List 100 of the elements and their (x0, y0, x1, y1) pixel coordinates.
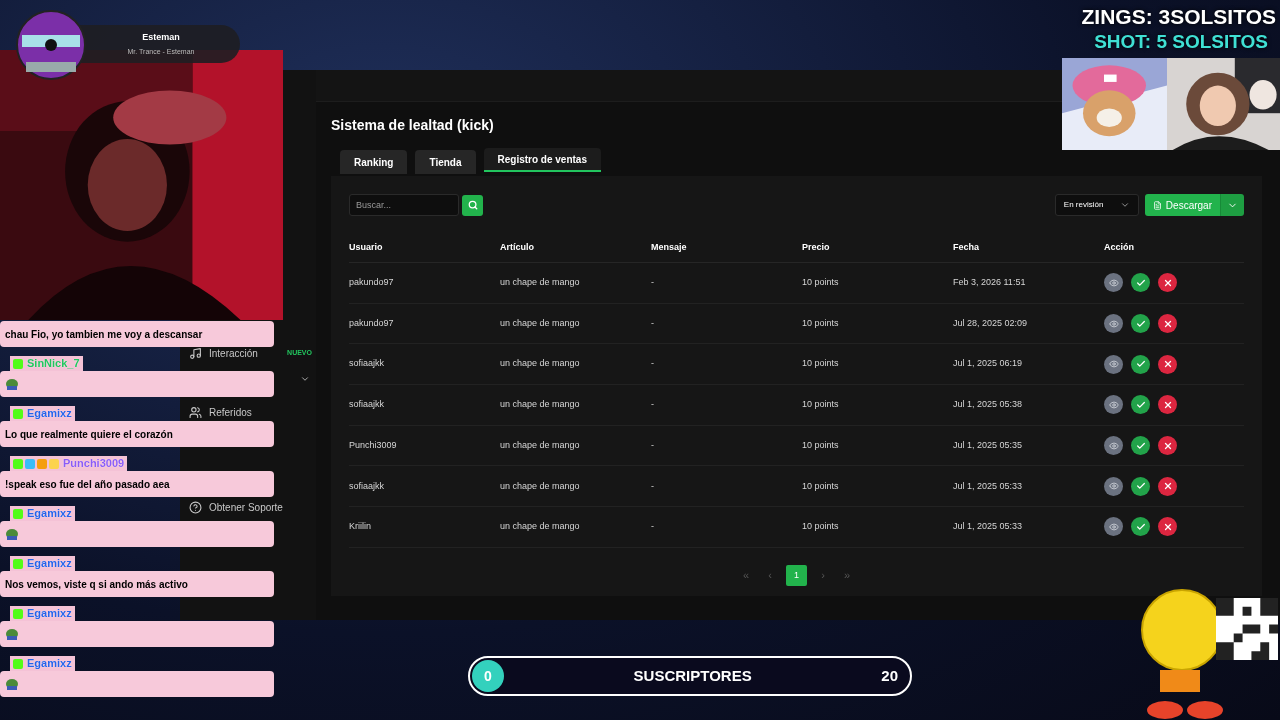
view-button[interactable] (1104, 436, 1123, 456)
table-cell: - (651, 357, 654, 371)
eye-icon (1108, 277, 1119, 288)
approve-button[interactable] (1131, 476, 1150, 496)
table-cell: - (651, 398, 654, 412)
approve-button[interactable] (1131, 314, 1150, 334)
check-icon (1135, 399, 1146, 410)
reject-button[interactable] (1158, 476, 1177, 496)
table-cell-text: 10 points (802, 316, 839, 330)
status-dropdown[interactable]: En revisión (1054, 194, 1139, 216)
chat-username: Punchi3009 (63, 456, 125, 472)
column-header: Mensaje (651, 241, 687, 255)
chevron-down-icon (1119, 200, 1130, 210)
close-icon (1162, 521, 1173, 532)
view-button[interactable] (1104, 314, 1123, 334)
goal-current: 0 (483, 666, 493, 686)
chat-username: Egamixz (27, 656, 72, 672)
chat-username: Egamixz (27, 556, 72, 572)
table-cell-text: Jul 1, 2025 05:33 (953, 479, 1023, 493)
table-cell-text: Jul 28, 2025 02:09 (953, 316, 1028, 330)
promo-text: SHOT: 5 SOLSITOS (1094, 30, 1268, 54)
approve-button[interactable] (1131, 395, 1150, 415)
close-icon (1162, 277, 1173, 288)
table-cell: 10 points (802, 520, 839, 534)
table-cell: un chape de mango (500, 357, 580, 371)
help-icon (189, 500, 202, 514)
goal-target: 20 (881, 665, 899, 686)
column-header: Usuario (349, 241, 383, 255)
table-cell-text: un chape de mango (500, 316, 580, 330)
page-title: Sistema de lealtad (kick) (331, 116, 495, 134)
view-button[interactable] (1104, 273, 1123, 293)
check-icon (1135, 440, 1146, 451)
table-cell: - (651, 520, 654, 534)
file-icon (1152, 200, 1162, 210)
chat-username: Egamixz (27, 606, 72, 622)
qr-code-icon (1216, 598, 1278, 660)
approve-button[interactable] (1131, 354, 1150, 374)
tab[interactable]: Tienda (415, 150, 476, 174)
view-button[interactable] (1104, 395, 1123, 415)
eye-icon (1108, 521, 1119, 532)
table-cell: pakundo97 (349, 276, 394, 290)
table-cell-text: Jul 1, 2025 05:35 (953, 438, 1023, 452)
approve-button[interactable] (1131, 517, 1150, 537)
table-cell: - (651, 276, 654, 290)
search-button[interactable] (462, 194, 483, 216)
reject-button[interactable] (1158, 273, 1177, 293)
table-cell: sofiaajkk (349, 398, 384, 412)
column-header: Acción (1104, 241, 1134, 255)
table-cell: 10 points (802, 276, 839, 290)
table-cell: Jul 1, 2025 05:33 (953, 520, 1023, 534)
chat-text: Nos vemos, viste q si ando más activo (5, 577, 188, 592)
tab[interactable]: Ranking (340, 150, 408, 174)
reject-button[interactable] (1158, 314, 1177, 334)
view-button[interactable] (1104, 354, 1123, 374)
view-button[interactable] (1104, 476, 1123, 496)
reject-button[interactable] (1158, 354, 1177, 374)
eye-icon (1108, 481, 1119, 492)
close-icon (1162, 399, 1173, 410)
table-cell: un chape de mango (500, 276, 580, 290)
emote-icon (5, 527, 19, 541)
check-icon (1135, 521, 1146, 532)
sidebar-item[interactable]: Referidos (180, 404, 255, 420)
table-cell-text: un chape de mango (500, 438, 580, 452)
check-icon (1135, 359, 1146, 370)
tab[interactable]: Registro de ventas (483, 148, 601, 172)
table-cell: sofiaajkk (349, 357, 384, 371)
eye-icon (1108, 399, 1119, 410)
promo-text: ZINGS: 3SOLSITOS (1081, 4, 1276, 30)
eye-icon (1108, 318, 1119, 329)
search-field[interactable]: Buscar... (349, 194, 459, 216)
emote-icon (5, 627, 19, 641)
column-header: Precio (802, 241, 830, 255)
reject-button[interactable] (1158, 436, 1177, 456)
chat-text: Lo que realmente quiere el corazón (5, 427, 173, 442)
table-cell-text: - (651, 438, 654, 452)
approve-button[interactable] (1131, 273, 1150, 293)
table-cell-text: pakundo97 (349, 316, 394, 330)
sidebar-item[interactable]: Obtener Soporte (180, 499, 286, 515)
goal-label: SUSCRIPTORES (632, 665, 753, 686)
table-cell-text: Punchi3009 (349, 438, 397, 452)
approve-button[interactable] (1131, 436, 1150, 456)
table-cell-text: un chape de mango (500, 479, 580, 493)
close-icon (1162, 318, 1173, 329)
song-title: Esteman (142, 30, 180, 44)
table-cell: Kriilin (349, 520, 371, 534)
close-icon (1162, 481, 1173, 492)
view-button[interactable] (1104, 517, 1123, 537)
reject-button[interactable] (1158, 395, 1177, 415)
close-icon (1162, 440, 1173, 451)
check-icon (1135, 277, 1146, 288)
table-cell: 10 points (802, 357, 839, 371)
table-cell-text: 10 points (802, 479, 839, 493)
table-cell-text: - (651, 479, 654, 493)
table-cell-text: 10 points (802, 438, 839, 452)
close-icon (1162, 359, 1173, 370)
sidebar-item[interactable]: Interacción (180, 345, 261, 361)
chevron-down-icon[interactable] (300, 374, 310, 384)
reject-button[interactable] (1158, 517, 1177, 537)
chat-text: !speak eso fue del año pasado aea (5, 477, 170, 492)
chat-username: SinNick_7 (27, 356, 80, 372)
